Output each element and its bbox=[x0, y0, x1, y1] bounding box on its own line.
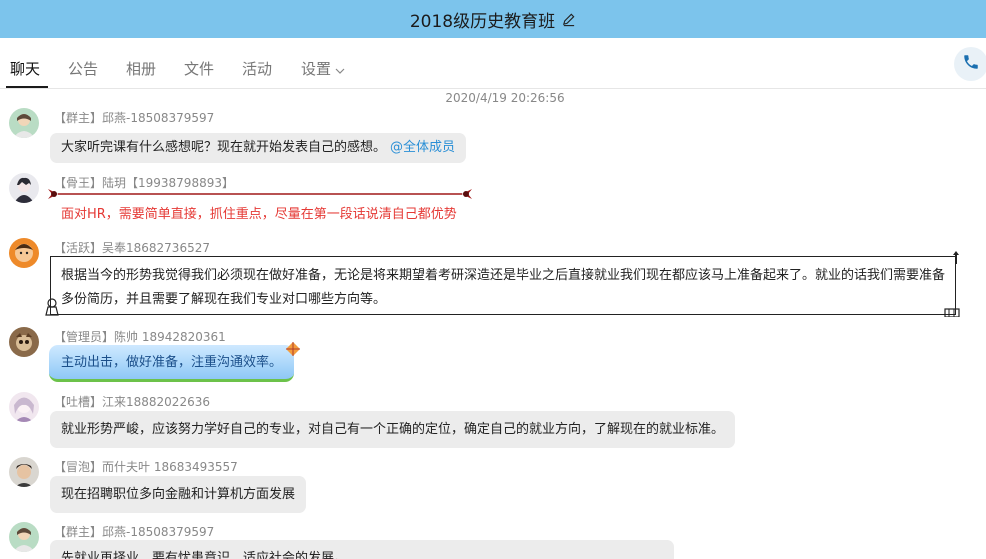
tab-settings[interactable]: 设置 bbox=[301, 58, 345, 79]
tab-announcement[interactable]: 公告 bbox=[68, 58, 98, 79]
message-sender: 【吐槽】江来18882022636 bbox=[54, 395, 210, 409]
chevron-down-icon bbox=[335, 61, 345, 79]
figure-decoration-icon bbox=[45, 298, 59, 316]
message-text: 现在招聘职位多向金融和计算机方面发展 bbox=[61, 487, 296, 502]
message-text: 先就业再择业，要有忧患意识，适应社会的发展。 bbox=[61, 551, 348, 559]
kite-decoration-icon bbox=[286, 342, 300, 356]
avatar[interactable] bbox=[9, 108, 39, 138]
message-text-line: 多份简历，并且需要了解现在我们专业对口哪些方向等。 bbox=[61, 292, 387, 307]
title-bar: 2018级历史教育班 bbox=[0, 0, 986, 38]
house-decoration-icon bbox=[944, 308, 960, 317]
edit-icon[interactable] bbox=[561, 12, 576, 27]
phone-call-button[interactable] bbox=[954, 47, 986, 81]
tab-chat[interactable]: 聊天 bbox=[10, 58, 40, 79]
message-bubble: 先就业再择业，要有忧患意识，适应社会的发展。 bbox=[50, 540, 674, 559]
message-bubble-blue: 主动出击，做好准备，注重沟通效率。 bbox=[49, 345, 294, 382]
message-sender: 【管理员】陈帅 18942820361 bbox=[54, 330, 226, 344]
active-tab-indicator bbox=[6, 86, 48, 88]
tab-files[interactable]: 文件 bbox=[184, 58, 214, 79]
avatar[interactable] bbox=[9, 238, 39, 268]
message-sender: 【冒泡】而什夫叶 18683493557 bbox=[54, 460, 238, 474]
message-text: 面对HR，需要简单直接，抓住重点，尽量在第一段话说清自己都优势 bbox=[61, 207, 457, 222]
group-title: 2018级历史教育班 bbox=[409, 11, 556, 32]
message-bubble: 大家听完课有什么感想呢？现在就开始发表自己的感想。 @全体成员 bbox=[50, 133, 467, 163]
avatar[interactable] bbox=[9, 173, 39, 203]
avatar[interactable] bbox=[9, 457, 39, 487]
phone-icon bbox=[962, 53, 980, 75]
message-text: 就业形势严峻，应该努力学好自己的专业，对自己有一个正确的定位，确定自己的就业方向… bbox=[61, 422, 725, 437]
message-sender: 【活跃】吴奉18682736527 bbox=[54, 241, 210, 255]
message-bubble-framed: 根据当今的形势我觉得我们必须现在做好准备，无论是将来期望着考研深造还是毕业之后直… bbox=[50, 256, 956, 315]
message-timestamp: 2020/4/19 20:26:56 bbox=[445, 91, 565, 105]
tab-album[interactable]: 相册 bbox=[126, 58, 156, 79]
tab-activity[interactable]: 活动 bbox=[242, 58, 272, 79]
avatar[interactable] bbox=[9, 522, 39, 552]
message-sender: 【群主】邱燕-18508379597 bbox=[54, 111, 215, 125]
message-text: 主动出击，做好准备，注重沟通效率。 bbox=[61, 355, 283, 370]
lamp-decoration-icon bbox=[953, 251, 959, 264]
message-text: 大家听完课有什么感想呢？现在就开始发表自己的感想。 bbox=[61, 140, 387, 155]
message-sender: 【群主】邱燕-18508379597 bbox=[54, 525, 215, 539]
message-bubble: 就业形势严峻，应该努力学好自己的专业，对自己有一个正确的定位，确定自己的就业方向… bbox=[50, 411, 736, 448]
tab-bar: 聊天 公告 相册 文件 活动 设置 bbox=[0, 38, 986, 89]
avatar[interactable] bbox=[9, 327, 39, 357]
tab-settings-label: 设置 bbox=[301, 60, 332, 78]
decorative-ribbon-divider bbox=[48, 189, 472, 199]
message-bubble: 现在招聘职位多向金融和计算机方面发展 bbox=[50, 476, 307, 513]
mention-all-link[interactable]: @全体成员 bbox=[390, 140, 455, 155]
avatar[interactable] bbox=[9, 392, 39, 422]
message-text-line: 根据当今的形势我觉得我们必须现在做好准备，无论是将来期望着考研深造还是毕业之后直… bbox=[61, 268, 946, 283]
